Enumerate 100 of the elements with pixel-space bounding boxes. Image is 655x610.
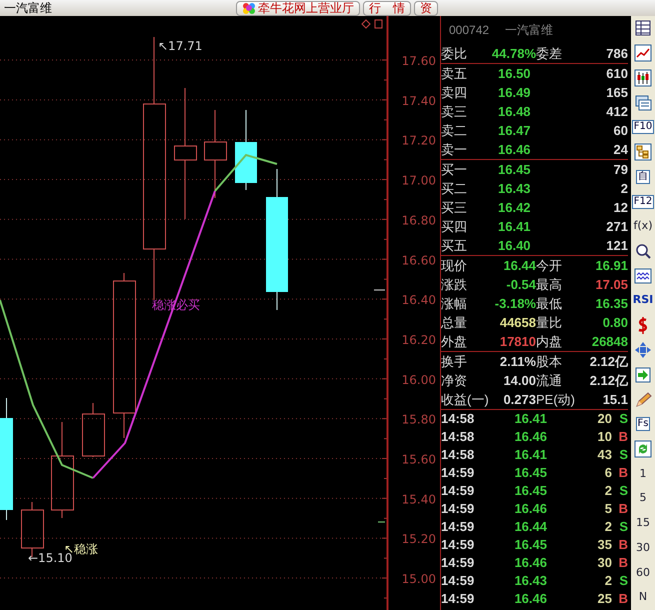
toolbar-button[interactable]: RSI <box>632 292 654 309</box>
price-axis-label: 17.00 <box>402 174 436 188</box>
quote-label: 最高 <box>536 276 563 294</box>
quote-label: 委差 <box>536 45 563 63</box>
toolbar-button[interactable]: 牵牛花网上营业厅 <box>236 0 360 16</box>
trade-time: 14:59 <box>441 482 476 500</box>
search-icon[interactable] <box>634 242 652 260</box>
quote-label: 量比 <box>536 314 563 332</box>
trade-price: 16.44 <box>513 518 547 536</box>
trade-volume: 6 <box>604 464 612 482</box>
quote-label: 流通 <box>536 372 563 390</box>
trade-time: 14:58 <box>441 446 476 464</box>
price-axis-label: 15.60 <box>402 452 436 466</box>
table-icon[interactable] <box>634 19 652 38</box>
candlestick <box>82 402 105 458</box>
trade-side: S <box>618 518 628 536</box>
toolbar-button[interactable]: F10 <box>632 120 654 134</box>
order-price: 16.49 <box>498 84 532 102</box>
window-title: 一汽富维 <box>3 0 53 16</box>
trade-volume: 5 <box>604 500 612 518</box>
price-axis-label: 17.40 <box>402 94 436 108</box>
order-volume: 79 <box>612 161 628 179</box>
trade-price: 16.46 <box>513 590 547 608</box>
quote-value: 0.273 <box>502 391 536 409</box>
quote-value: 14.00 <box>502 372 536 390</box>
quote-label: 净资 <box>441 372 468 390</box>
toolbar-button[interactable]: 5 <box>640 490 646 507</box>
trade-price: 16.46 <box>513 428 547 446</box>
order-price: 16.43 <box>498 180 532 198</box>
quote-value: 26848 <box>590 333 628 351</box>
trade-time: 14:58 <box>441 410 476 428</box>
candlestick-icon[interactable] <box>634 68 652 87</box>
toolbar-button[interactable]: 30 <box>636 540 650 556</box>
trade-time: 14:59 <box>441 536 476 554</box>
trade-side: B <box>618 428 628 446</box>
trade-volume: 10 <box>596 428 612 446</box>
toolbar-button[interactable]: F12 <box>632 194 654 209</box>
trade-volume: 2 <box>604 482 612 500</box>
order-level-label: 买三 <box>441 199 468 217</box>
square-icon[interactable] <box>374 20 382 28</box>
toolbar-button[interactable]: 资 <box>414 0 438 16</box>
toolbar-button[interactable]: Fs <box>636 417 650 432</box>
refresh-icon[interactable] <box>634 440 652 458</box>
trade-time: 14:59 <box>441 518 476 536</box>
quote-value: 0.80 <box>602 314 628 332</box>
trade-volume: 30 <box>596 554 612 572</box>
order-volume: 271 <box>605 218 628 236</box>
toolbar-button[interactable]: 1 <box>640 466 646 482</box>
order-volume: 24 <box>612 141 628 159</box>
line-chart-icon[interactable] <box>634 44 652 62</box>
toolbar-button[interactable]: 自 <box>636 170 650 184</box>
order-level-label: 买四 <box>441 218 468 236</box>
quote-value: 17.05 <box>594 276 628 294</box>
toolbar-button[interactable]: 60 <box>636 564 650 582</box>
order-level-label: 买五 <box>441 237 468 255</box>
price-axis-label: 16.40 <box>402 293 436 308</box>
price-axis-label: 17.60 <box>402 54 436 68</box>
quote-value: -3.18% <box>494 295 536 313</box>
order-volume: 2 <box>620 180 628 198</box>
move-icon[interactable] <box>634 341 652 360</box>
quote-value: 2.12亿 <box>588 372 628 390</box>
trade-price: 16.45 <box>513 536 547 554</box>
order-volume: 12 <box>612 199 628 217</box>
quote-label: 收益(一) <box>441 391 488 409</box>
trade-volume: 25 <box>596 590 612 608</box>
windows-icon[interactable] <box>634 94 652 112</box>
toolbar-button[interactable]: N <box>638 589 648 606</box>
pencil-icon[interactable] <box>634 390 652 409</box>
tree-icon[interactable] <box>634 143 652 162</box>
quote-value: 2.11% <box>498 353 536 371</box>
order-volume: 60 <box>612 122 628 140</box>
quote-value: 17810 <box>498 333 536 351</box>
trade-volume: 43 <box>596 446 612 464</box>
price-axis-label: 16.20 <box>402 332 436 347</box>
trade-side: B <box>618 554 628 572</box>
chart-annotation: ↖17.71 <box>158 39 202 53</box>
order-volume: 165 <box>605 84 628 102</box>
quote-label: 涨幅 <box>441 295 468 313</box>
trade-price: 16.46 <box>513 500 547 518</box>
order-price: 16.50 <box>498 65 532 83</box>
trade-volume: 2 <box>604 572 612 590</box>
toolbar-button[interactable]: 行 情 <box>363 0 411 16</box>
quote-value: 15.1 <box>602 391 628 409</box>
moving-average-line <box>214 154 278 192</box>
toolbar-button[interactable]: f(x) <box>634 218 652 235</box>
order-level-label: 卖四 <box>441 84 468 102</box>
order-level-label: 卖二 <box>441 122 468 140</box>
stock-name: 一汽富维 <box>505 22 554 39</box>
quote-value: 786 <box>605 45 628 63</box>
wave-chart-icon[interactable] <box>634 266 652 285</box>
trade-time: 14:59 <box>441 554 476 572</box>
price-axis-label: 16.80 <box>402 213 436 228</box>
price-axis-label: 15.40 <box>402 492 436 506</box>
order-volume: 610 <box>605 65 628 83</box>
price-axis-label: 15.20 <box>402 532 436 546</box>
trade-price: 16.46 <box>513 554 547 572</box>
quote-label: 现价 <box>441 257 468 275</box>
order-price: 16.41 <box>498 218 532 236</box>
toolbar-button[interactable]: 15 <box>636 515 650 532</box>
diamond-icon[interactable] <box>361 19 371 29</box>
